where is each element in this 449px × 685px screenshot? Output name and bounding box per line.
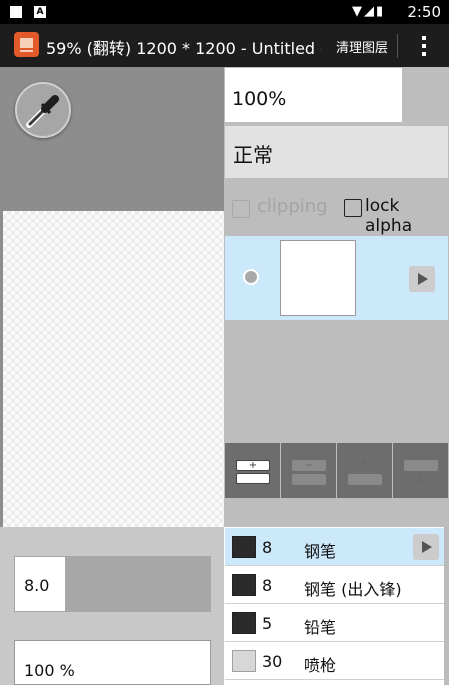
brush-size-field[interactable]: 8.0 [15, 557, 65, 611]
brush-size: 8 [262, 538, 273, 557]
delete-layer-button[interactable]: − [281, 443, 336, 498]
move-layer-up-button[interactable]: ↑ [337, 443, 392, 498]
lock-alpha-label: lock alpha [365, 196, 413, 236]
signal-icon: ◢ [364, 4, 376, 19]
eyedropper-icon [26, 95, 59, 128]
clock: 2:50 [407, 3, 441, 21]
layer-bar-icon [348, 474, 382, 485]
brush-name: 钢笔 [304, 542, 337, 561]
notification-icon [10, 6, 22, 18]
clipping-label: clipping [257, 196, 328, 217]
brush-item[interactable]: 5 铅笔 [225, 604, 444, 642]
status-bar: A ▼◢▮ 2:50 [0, 0, 449, 24]
brush-item[interactable]: 8 钢笔 (出入锋) [225, 566, 444, 604]
system-icons: ▼◢▮ [352, 4, 385, 19]
minus-icon: − [292, 460, 326, 471]
toolbar-divider [397, 34, 398, 58]
layer-bar-icon [292, 474, 326, 485]
clipping-checkbox[interactable] [232, 200, 250, 218]
brush-item[interactable]: 8 钢笔 [225, 528, 444, 566]
brush-name: 铅笔 [304, 618, 337, 637]
brush-name: 钢笔 (出入锋) [304, 580, 402, 599]
app-logo-icon[interactable] [14, 32, 39, 57]
add-layer-button[interactable]: + [225, 443, 280, 498]
brush-size: 8 [262, 576, 273, 595]
document-title: 59% (翻转) 1200 * 1200 - Untitled -... [46, 39, 321, 58]
brush-color-swatch [232, 650, 256, 672]
app-bar: 59% (翻转) 1200 * 1200 - Untitled -... 清理图… [0, 24, 449, 67]
wifi-icon: ▼ [352, 4, 364, 19]
blend-mode-select[interactable]: 正常 [225, 126, 448, 178]
brush-opacity-field[interactable]: 100 % [14, 640, 211, 685]
brush-item[interactable]: 30 喷枪 [225, 642, 444, 680]
plus-icon: + [236, 460, 270, 471]
clear-layers-button[interactable]: 清理图层 [336, 37, 388, 56]
more-vert-icon[interactable] [414, 34, 434, 58]
brush-size: 30 [262, 652, 283, 671]
notification-app-icon: A [34, 6, 46, 18]
arrow-down-icon: ↓ [416, 474, 426, 485]
brush-options-button[interactable] [413, 534, 439, 560]
brush-list-scrollbar[interactable] [444, 527, 449, 685]
drawing-canvas[interactable] [3, 211, 225, 527]
move-layer-down-button[interactable]: ↓ [393, 443, 448, 498]
layer-radio[interactable] [243, 269, 259, 285]
eyedropper-button[interactable] [15, 82, 71, 138]
arrow-up-icon: ↑ [360, 460, 370, 471]
brush-color-swatch [232, 536, 256, 558]
brush-name: 喷枪 [304, 656, 337, 675]
layer-thumbnail[interactable] [280, 240, 356, 316]
battery-icon: ▮ [376, 4, 386, 19]
lock-alpha-checkbox[interactable] [344, 199, 362, 217]
layer-bar-icon [404, 460, 438, 471]
layer-opacity-field[interactable]: 100% [225, 68, 402, 122]
layer-bar-icon [236, 473, 270, 484]
layer-options-button[interactable] [409, 266, 435, 292]
brush-color-swatch [232, 612, 256, 634]
brush-color-swatch [232, 574, 256, 596]
brush-size: 5 [262, 614, 273, 633]
